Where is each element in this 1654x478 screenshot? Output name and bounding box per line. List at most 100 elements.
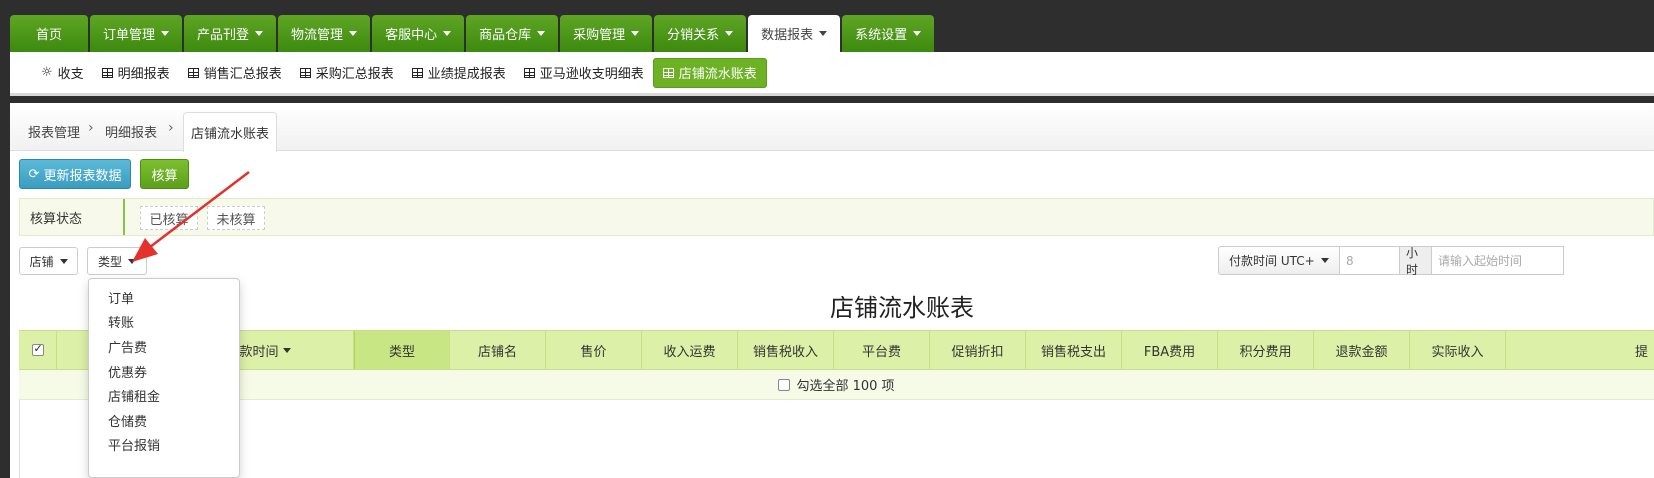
caret-down-icon [537,31,546,36]
report-title: 店铺流水账表 [830,294,974,322]
subnav-amazon-detail[interactable]: 亚马逊收支明细表 [515,58,653,88]
breadcrumb: 报表管理 › 明细报表 › 店铺流水账表 [10,103,1654,152]
column-sales-tax-expense[interactable]: 销售税支出 [1026,331,1122,369]
payment-time-label: 付款时间 UTC+ [1229,254,1315,268]
type-filter-dropdown[interactable]: 类型 [87,247,147,275]
main-panel: 报表管理 › 明细报表 › 店铺流水账表 ⟳ 更新报表数据 核算 核算状态 已核… [10,103,1654,478]
table-icon [101,67,113,78]
refresh-label: 更新报表数据 [43,168,122,184]
nav-orders[interactable]: 订单管理 [90,15,183,52]
gear-icon: ☼ [41,65,53,80]
caret-down-icon [128,258,136,264]
type-option-order[interactable]: 订单 [89,285,239,310]
type-option-storage-fee[interactable]: 仓储费 [89,408,239,433]
column-sales-tax-income[interactable]: 销售税收入 [738,331,834,369]
sort-caret-icon [282,347,291,353]
nav-warehouse[interactable]: 商品仓库 [466,15,559,52]
caret-down-icon [59,258,68,264]
breadcrumb-current-tab[interactable]: 店铺流水账表 [183,112,277,152]
nav-label: 商品仓库 [479,28,532,43]
column-shipping-income[interactable]: 收入运费 [642,331,738,369]
calculate-label: 核算 [151,168,178,184]
table-body [19,400,1654,478]
subnav-commission-report[interactable]: 业绩提成报表 [403,58,515,88]
select-all-checkbox-cell[interactable] [19,331,57,369]
subnav-label: 收支 [57,67,84,82]
caret-down-icon [725,31,734,36]
nav-label: 分销关系 [667,28,720,43]
column-label: FBA费用 [1143,344,1196,360]
nav-label: 系统设置 [855,28,908,43]
column-store-name[interactable]: 店铺名 [450,331,546,369]
payment-time-dropdown[interactable]: 付款时间 UTC+ [1218,246,1340,275]
subnav-store-ledger[interactable]: 店铺流水账表 [652,57,767,88]
type-option-transfer[interactable]: 转账 [89,310,239,335]
subnav-sales-summary[interactable]: 销售汇总报表 [179,58,291,88]
breadcrumb-detail-report[interactable]: 明细报表 [105,122,157,141]
caret-down-icon [255,31,264,36]
breadcrumb-current-label: 店铺流水账表 [190,127,269,142]
column-actual-income[interactable]: 实际收入 [1410,331,1506,369]
nav-distribution[interactable]: 分销关系 [654,15,747,52]
calculate-button[interactable]: 核算 [140,159,189,189]
caret-down-icon [161,31,170,36]
status-option-calculated[interactable]: 已核算 [140,206,198,230]
column-platform-fee[interactable]: 平台费 [834,331,930,369]
table-icon [299,67,311,78]
type-option-store-rent[interactable]: 店铺租金 [89,383,239,408]
subnav-detail-report[interactable]: 明细报表 [93,58,179,88]
type-filter-label: 类型 [97,254,122,269]
column-fba-fee[interactable]: FBA费用 [1122,331,1218,369]
column-label: 售价 [580,344,607,360]
start-time-input[interactable]: 请输入起始时间 [1432,246,1564,275]
checkbox-checked-icon[interactable] [31,342,44,356]
refresh-report-button[interactable]: ⟳ 更新报表数据 [19,159,131,189]
hour-unit-label: 小时 [1400,246,1432,277]
nav-reports[interactable]: 数据报表 [748,15,841,52]
time-filter-group: 付款时间 UTC+ 8 小时 请输入起始时间 [1218,246,1564,277]
column-promo-discount[interactable]: 促销折扣 [930,331,1026,369]
column-label: 店铺名 [477,344,517,360]
table-header: 付款时间 类型 店铺名 售价 收入运费 销售税收入 平台费 促销折扣 销售税支出… [19,330,1654,370]
column-label: 收入运费 [663,344,716,360]
column-price[interactable]: 售价 [546,331,642,369]
select-all-label: 勾选全部 100 项 [796,379,895,394]
nav-label: 客服中心 [385,28,438,43]
refresh-icon: ⟳ [28,166,40,182]
column-points-fee[interactable]: 积分费用 [1218,331,1314,369]
subnav-income-expense[interactable]: ☼ 收支 [32,58,93,88]
breadcrumb-report-management[interactable]: 报表管理 [28,122,80,141]
nav-logistics[interactable]: 物流管理 [278,15,371,52]
nav-label: 采购管理 [573,28,626,43]
subnav-purchase-summary[interactable]: 采购汇总报表 [291,58,403,88]
select-all-row[interactable]: 勾选全部 100 项 [19,370,1654,400]
column-label: 退款金额 [1335,344,1388,360]
caret-down-icon [1320,258,1329,263]
nav-purchase[interactable]: 采购管理 [560,15,653,52]
column-label: 积分费用 [1239,344,1292,360]
caret-down-icon [913,31,922,36]
type-option-coupon[interactable]: 优惠券 [89,359,239,384]
table-icon [662,67,674,78]
subnav-label: 采购汇总报表 [315,67,394,82]
column-type[interactable]: 类型 [354,331,450,369]
store-filter-dropdown[interactable]: 店铺 [19,247,78,275]
chevron-right-icon: › [88,120,94,136]
column-refund-amount[interactable]: 退款金额 [1314,331,1410,369]
nav-home[interactable]: 首页 [10,15,89,52]
checkbox-icon[interactable] [778,378,791,391]
nav-listing[interactable]: 产品刊登 [184,15,277,52]
caret-down-icon [443,31,452,36]
column-truncated[interactable]: 提 [1506,331,1654,369]
status-option-uncalculated[interactable]: 未核算 [207,206,265,230]
subnav-label: 销售汇总报表 [203,67,282,82]
utc-offset-input[interactable]: 8 [1340,246,1400,275]
column-label: 销售税收入 [752,344,818,360]
table-icon [523,67,535,78]
top-nav: 首页 订单管理 产品刊登 物流管理 客服中心 商品仓库 采购管理 分销关系 数据… [10,15,935,52]
nav-service[interactable]: 客服中心 [372,15,465,52]
nav-settings[interactable]: 系统设置 [842,15,935,52]
type-option-platform-reimbursement[interactable]: 平台报销 [89,433,239,458]
type-option-ad-fee[interactable]: 广告费 [89,334,239,359]
column-label: 平台费 [861,344,901,360]
